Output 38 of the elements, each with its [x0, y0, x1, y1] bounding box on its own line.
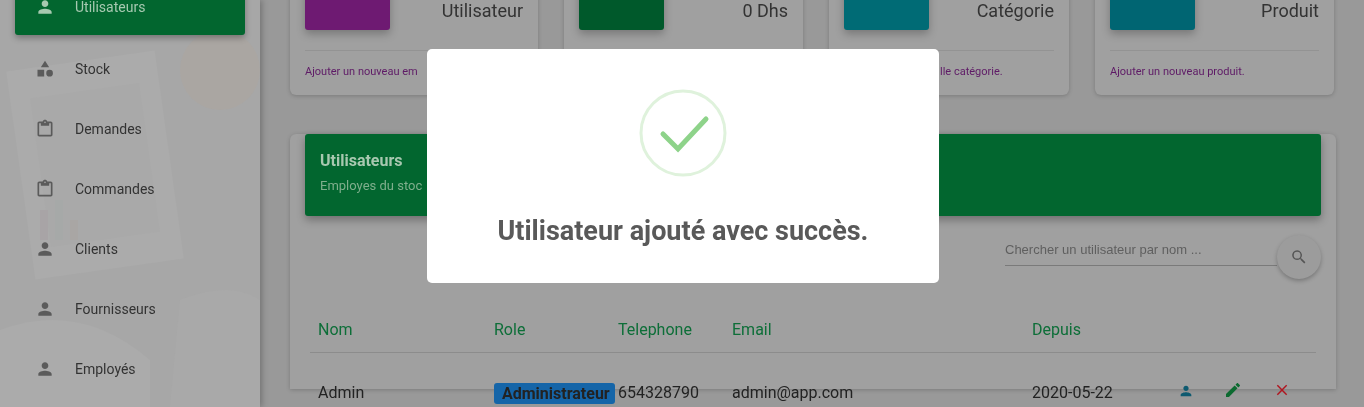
success-message: Utilisateur ajouté avec succès.	[497, 215, 869, 247]
column-header: Nom	[317, 320, 354, 339]
sidebar-item[interactable]: Demandes	[15, 99, 245, 159]
clipboard-icon	[35, 178, 55, 200]
sidebar-item[interactable]: Stock	[15, 39, 245, 99]
column-header: Email	[731, 320, 773, 339]
card-label: Catégorie	[976, 0, 1054, 23]
table-cell-text: 654328790	[617, 383, 700, 402]
panel-subtitle: Employes du stoc	[320, 178, 424, 193]
sidebar-item[interactable]: Employés	[15, 339, 245, 399]
search-field[interactable]: Chercher un utilisateur par nom ...	[1005, 234, 1277, 266]
person-icon	[35, 0, 55, 17]
search-button[interactable]	[1277, 235, 1321, 279]
panel-title: Utilisateurs	[320, 151, 404, 170]
pencil-icon	[1226, 383, 1240, 397]
search-icon	[1290, 248, 1308, 266]
table-cell-text: 2020-05-22	[1031, 383, 1114, 402]
sidebar-item[interactable]: Utilisateurs	[15, 0, 245, 35]
card-link[interactable]: Ajouter un nouveau em	[305, 65, 418, 78]
card-link[interactable]: lle catégorie.	[940, 65, 1003, 78]
column-header: Telephone	[617, 320, 693, 339]
close-icon	[1275, 383, 1289, 397]
table-cell-text: Admin	[317, 383, 366, 402]
clipboard-icon	[35, 118, 55, 140]
check-icon	[639, 89, 727, 177]
sidebar-item[interactable]: Clients	[15, 219, 245, 279]
card-link[interactable]: Ajouter un nouveau produit.	[1110, 65, 1245, 78]
card-label: Produit	[1261, 0, 1319, 23]
sidebar-item[interactable]: Commandes	[15, 159, 245, 219]
table-cell-text: admin@app.com	[731, 383, 855, 402]
column-header: Role	[493, 320, 527, 339]
person-icon	[1178, 383, 1194, 399]
card-label: 0 Dhs	[742, 0, 788, 23]
shapes-icon	[35, 59, 55, 79]
sidebar-item[interactable]: Fournisseurs	[15, 279, 245, 339]
column-header: Depuis	[1031, 320, 1082, 339]
role-badge: Administrateur	[494, 383, 615, 404]
card-label: Utilisateur	[441, 0, 523, 23]
